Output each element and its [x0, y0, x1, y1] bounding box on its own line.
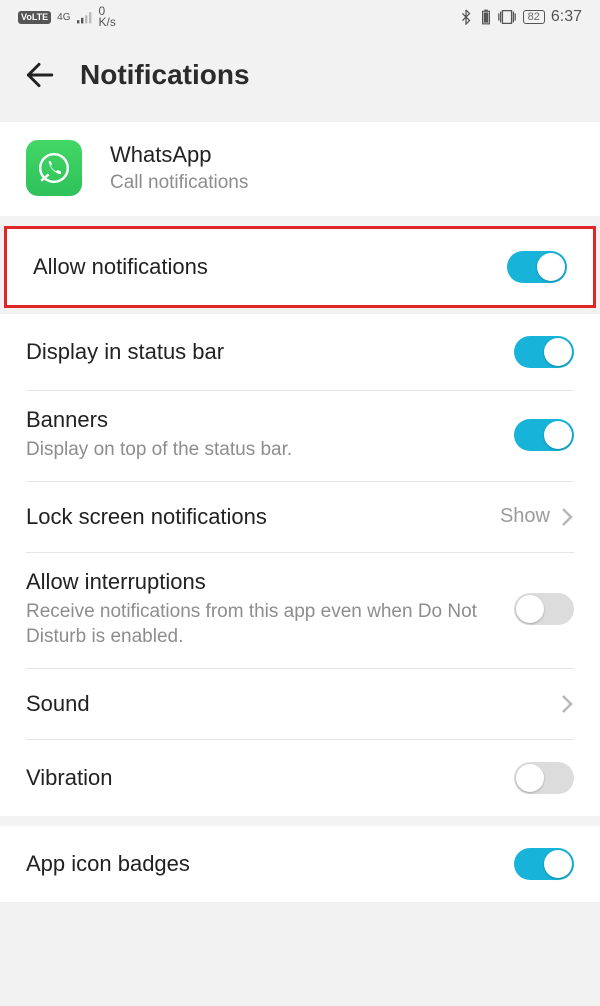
status-bar: VoLTE 4G 0 K/s 82 6:37: [0, 0, 600, 34]
banners-toggle[interactable]: [514, 419, 574, 451]
lock-screen-row[interactable]: Lock screen notifications Show: [0, 482, 600, 552]
notification-options-section: Display in status bar Banners Display on…: [0, 314, 600, 816]
app-icon-badges-toggle[interactable]: [514, 848, 574, 880]
status-left: VoLTE 4G 0 K/s: [18, 6, 116, 28]
banners-sub: Display on top of the status bar.: [26, 437, 514, 463]
back-icon[interactable]: [22, 58, 56, 92]
status-right: 82 6:37: [457, 8, 582, 26]
allow-notifications-toggle[interactable]: [507, 251, 567, 283]
app-icon-badges-row[interactable]: App icon badges: [0, 826, 600, 902]
battery-icon: [481, 9, 491, 25]
banners-label: Banners: [26, 407, 514, 433]
sound-label: Sound: [26, 691, 560, 717]
banners-row[interactable]: Banners Display on top of the status bar…: [0, 391, 600, 481]
app-header: WhatsApp Call notifications: [0, 122, 600, 216]
app-icon-badges-label: App icon badges: [26, 851, 514, 877]
whatsapp-icon: [26, 140, 82, 196]
network-indicator: 4G: [57, 12, 70, 23]
chevron-right-icon: [560, 693, 574, 715]
vibration-row[interactable]: Vibration: [0, 740, 600, 816]
allow-interruptions-row[interactable]: Allow interruptions Receive notification…: [0, 553, 600, 668]
clock: 6:37: [551, 8, 582, 26]
app-name: WhatsApp: [110, 142, 248, 168]
allow-interruptions-sub: Receive notifications from this app even…: [26, 599, 514, 650]
sound-row[interactable]: Sound: [0, 669, 600, 739]
vibration-toggle[interactable]: [514, 762, 574, 794]
lock-screen-value: Show: [500, 505, 550, 528]
app-channel: Call notifications: [110, 172, 248, 194]
allow-interruptions-toggle[interactable]: [514, 593, 574, 625]
badges-section: App icon badges: [0, 826, 600, 902]
display-status-bar-label: Display in status bar: [26, 339, 514, 365]
allow-notifications-row[interactable]: Allow notifications: [7, 229, 593, 305]
app-bar: Notifications: [0, 34, 600, 122]
allow-interruptions-label: Allow interruptions: [26, 569, 514, 595]
page-title: Notifications: [80, 59, 250, 91]
signal-icon: [77, 10, 93, 24]
volte-badge: VoLTE: [18, 11, 51, 24]
vibrate-icon: [497, 8, 517, 26]
display-status-bar-toggle[interactable]: [514, 336, 574, 368]
allow-notifications-label: Allow notifications: [33, 254, 507, 280]
bluetooth-icon: [457, 9, 475, 25]
battery-percent: 82: [523, 10, 545, 24]
chevron-right-icon: [560, 506, 574, 528]
vibration-label: Vibration: [26, 765, 514, 791]
lock-screen-label: Lock screen notifications: [26, 504, 500, 530]
display-status-bar-row[interactable]: Display in status bar: [0, 314, 600, 390]
data-speed: 0 K/s: [99, 6, 116, 28]
allow-notifications-highlight: Allow notifications: [4, 226, 596, 308]
